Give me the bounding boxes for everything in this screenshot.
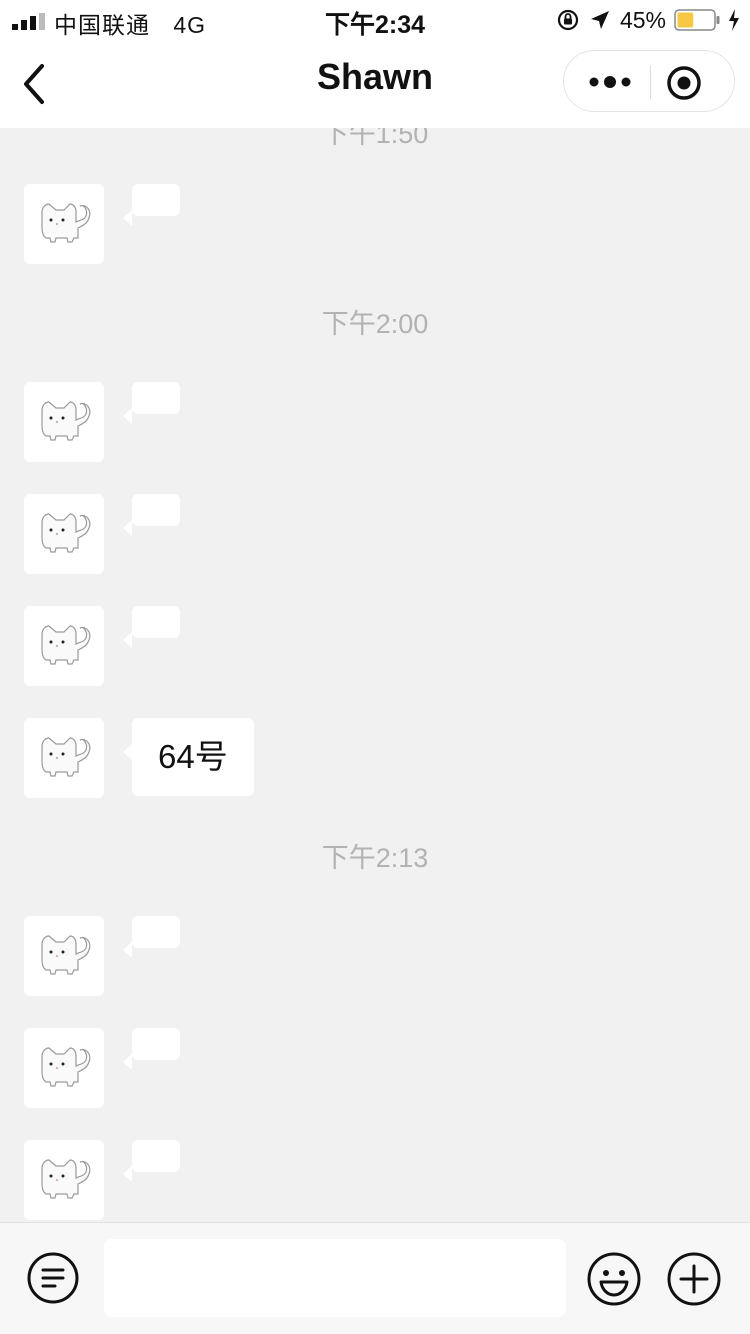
- emoji-button[interactable]: [586, 1251, 642, 1307]
- avatar[interactable]: [24, 718, 104, 798]
- smile-icon: [587, 1252, 641, 1306]
- avatar[interactable]: [24, 1028, 104, 1108]
- list-circle-icon: [27, 1252, 79, 1304]
- message-bubble[interactable]: 64号: [123, 718, 254, 796]
- timestamp: 下午1:50: [321, 128, 429, 149]
- charging-bolt-icon: [729, 9, 739, 31]
- cat-avatar-icon: [41, 935, 91, 975]
- cat-avatar-icon: [41, 625, 91, 665]
- cat-avatar-icon: [41, 1159, 91, 1199]
- avatar[interactable]: [24, 494, 104, 574]
- message-bubble[interactable]: [123, 1140, 180, 1182]
- chat-message-list[interactable]: 下午1:50 下午2:00 64号 下午2:13: [0, 128, 750, 1222]
- capsule-divider: [650, 65, 651, 99]
- more-dots-icon: [589, 76, 631, 88]
- plus-circle-icon: [667, 1252, 721, 1306]
- cat-avatar-icon: [41, 203, 91, 243]
- message-bubble[interactable]: [123, 382, 180, 424]
- cat-avatar-icon: [41, 737, 91, 777]
- avatar[interactable]: [24, 382, 104, 462]
- avatar[interactable]: [24, 606, 104, 686]
- message-input[interactable]: [104, 1239, 566, 1317]
- timestamp: 下午2:00: [321, 309, 429, 339]
- battery-icon: [674, 9, 720, 31]
- target-circle-icon: [667, 66, 701, 100]
- nav-bar: Shawn: [0, 40, 750, 128]
- orientation-lock-icon: [557, 9, 579, 31]
- message-bubble[interactable]: [123, 1028, 180, 1070]
- message-bubble[interactable]: [123, 916, 180, 958]
- avatar[interactable]: [24, 184, 104, 264]
- timestamp: 下午2:13: [321, 843, 429, 873]
- plus-button[interactable]: [666, 1251, 722, 1307]
- message-bubble[interactable]: [123, 606, 180, 648]
- cat-avatar-icon: [41, 401, 91, 441]
- location-arrow-icon: [590, 11, 609, 29]
- avatar[interactable]: [24, 916, 104, 996]
- more-button[interactable]: [582, 65, 638, 99]
- cat-avatar-icon: [41, 513, 91, 553]
- status-right: 45%: [556, 6, 740, 34]
- mini-program-capsule: [563, 50, 735, 112]
- menu-button[interactable]: [26, 1251, 80, 1305]
- status-bar: 中国联通 4G 下午2:34 45%: [0, 0, 750, 40]
- message-bubble[interactable]: [123, 494, 180, 536]
- close-mini-program-button[interactable]: [664, 63, 704, 103]
- message-bubble[interactable]: [123, 184, 180, 226]
- battery-fill: [677, 12, 694, 28]
- input-bar: [0, 1222, 750, 1334]
- battery-percent: 45%: [619, 6, 666, 33]
- avatar[interactable]: [24, 1140, 104, 1220]
- cat-avatar-icon: [41, 1047, 91, 1087]
